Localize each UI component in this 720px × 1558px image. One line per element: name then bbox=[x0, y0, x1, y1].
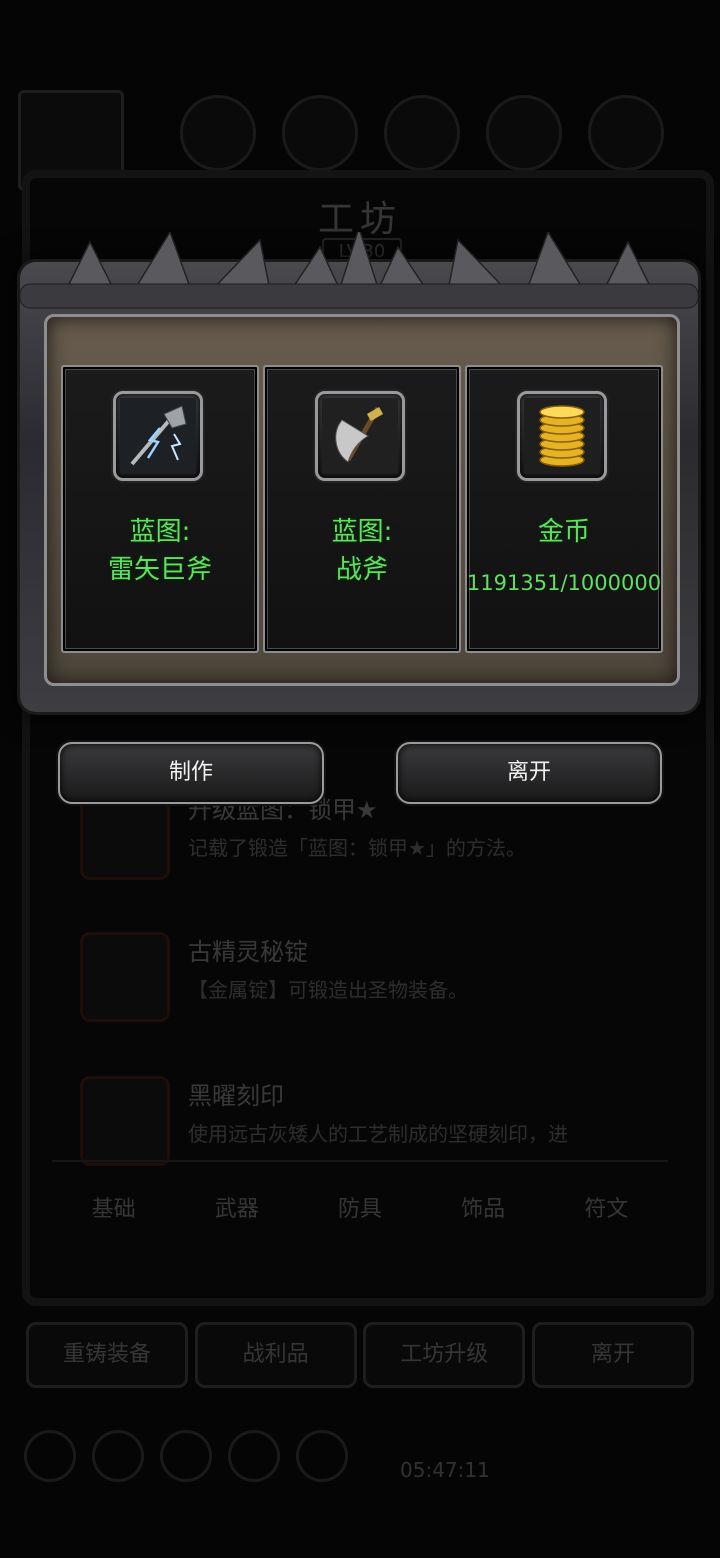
spiked-frame-ornament bbox=[20, 232, 698, 309]
requirement-label: 蓝图: bbox=[129, 517, 191, 547]
battle-axe-icon bbox=[322, 398, 398, 474]
item-desc: 记载了锻造「蓝图：锁甲★」的方法。 bbox=[188, 836, 526, 860]
clock: 05:47:11 bbox=[400, 1458, 490, 1482]
requirement-card: 金币 1191351/1000000 bbox=[465, 365, 663, 653]
lightning-axe-icon bbox=[120, 398, 196, 474]
item-slot[interactable] bbox=[113, 391, 203, 481]
resource-icon bbox=[588, 95, 664, 171]
item-slot[interactable] bbox=[517, 391, 607, 481]
tab-weapons[interactable]: 武器 bbox=[215, 1191, 259, 1223]
item-desc: 【金属锭】可锻造出圣物装备。 bbox=[188, 978, 468, 1002]
currency-label: 金币 bbox=[537, 517, 590, 547]
item-thumbnail bbox=[80, 932, 170, 1022]
bottom-bar: 05:47:11 bbox=[0, 1400, 720, 1540]
workshop-actions: 重铸装备 战利品 工坊升级 离开 bbox=[26, 1322, 694, 1388]
list-item[interactable]: 古精灵秘锭 【金属锭】可锻造出圣物装备。 bbox=[80, 932, 640, 1032]
item-name: 古精灵秘锭 bbox=[188, 938, 308, 966]
gold-coins-icon bbox=[524, 398, 600, 474]
requirement-card: 蓝图: 雷矢巨斧 bbox=[61, 365, 259, 653]
dialog-parchment: 蓝图: 雷矢巨斧 蓝图: 战斧 金币 1191351/1000000 bbox=[44, 314, 680, 686]
requirement-card: 蓝图: 战斧 bbox=[263, 365, 461, 653]
list-item[interactable]: 升级蓝图：锁甲★ 记载了锻造「蓝图：锁甲★」的方法。 bbox=[80, 790, 640, 890]
category-tabs: 基础 武器 防具 饰品 符文 bbox=[52, 1160, 668, 1252]
gold-amount: 1191351/1000000 bbox=[466, 571, 662, 595]
item-thumbnail bbox=[80, 1076, 170, 1166]
requirement-name: 雷矢巨斧 bbox=[107, 555, 212, 585]
item-name: 黑曜刻印 bbox=[188, 1082, 284, 1110]
craft-confirm-dialog: 蓝图: 雷矢巨斧 蓝图: 战斧 金币 1191351/1000000 bbox=[20, 232, 698, 712]
reforge-button[interactable]: 重铸装备 bbox=[26, 1322, 188, 1388]
requirement-label: 蓝图: bbox=[331, 517, 393, 547]
resource-icon bbox=[384, 95, 460, 171]
item-desc: 使用远古灰矮人的工艺制成的坚硬刻印，进 bbox=[188, 1122, 568, 1146]
menu-icon[interactable] bbox=[296, 1430, 348, 1482]
menu-icon[interactable] bbox=[228, 1430, 280, 1482]
resource-icon bbox=[486, 95, 562, 171]
menu-icon[interactable] bbox=[92, 1430, 144, 1482]
resource-icon bbox=[282, 95, 358, 171]
tab-armor[interactable]: 防具 bbox=[338, 1191, 382, 1223]
tab-basic[interactable]: 基础 bbox=[92, 1191, 136, 1223]
requirement-name: 战斧 bbox=[335, 555, 388, 585]
exit-workshop-button[interactable]: 离开 bbox=[531, 1322, 694, 1388]
menu-icon[interactable] bbox=[24, 1430, 76, 1482]
upgrade-workshop-button[interactable]: 工坊升级 bbox=[363, 1322, 526, 1388]
tab-runes[interactable]: 符文 bbox=[584, 1191, 628, 1223]
item-slot[interactable] bbox=[315, 391, 405, 481]
menu-icon[interactable] bbox=[160, 1430, 212, 1482]
loot-button[interactable]: 战利品 bbox=[194, 1322, 357, 1388]
resource-icon bbox=[180, 95, 256, 171]
leave-button[interactable]: 离开 bbox=[396, 742, 662, 804]
craft-button[interactable]: 制作 bbox=[58, 742, 324, 804]
tab-accessories[interactable]: 饰品 bbox=[461, 1191, 505, 1223]
